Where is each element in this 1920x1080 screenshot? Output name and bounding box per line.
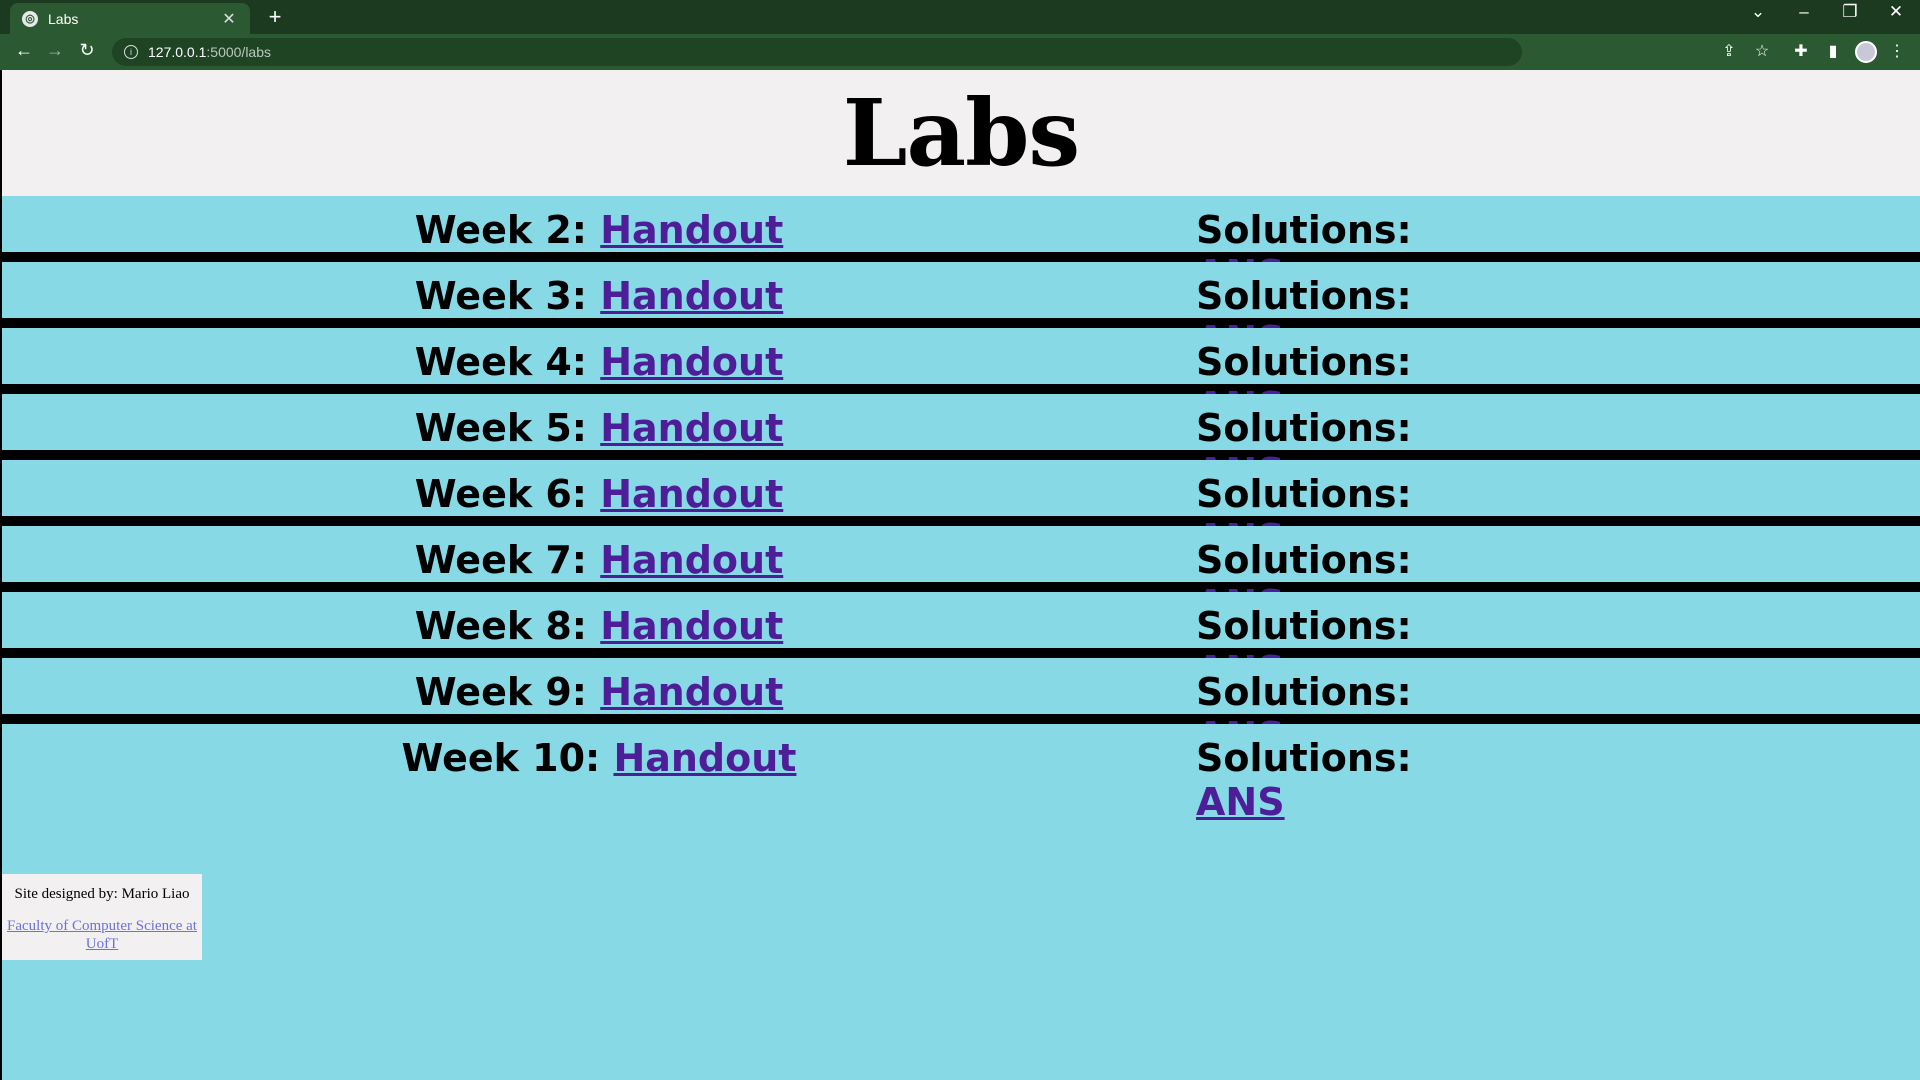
handout-link[interactable]: Handout (600, 340, 783, 384)
url-host: 127.0.0.1 (148, 44, 207, 60)
tab-title: Labs (48, 10, 79, 27)
handout-link[interactable]: Handout (600, 670, 783, 714)
solutions-label: Solutions: (1196, 736, 1412, 780)
handout-link[interactable]: Handout (600, 472, 783, 516)
lab-row: Week 7: HandoutSolutions: ANS (2, 526, 1920, 626)
week-cell: Week 2: Handout (2, 208, 1196, 252)
week-cell: Week 7: Handout (2, 538, 1196, 582)
reload-icon[interactable]: ↻ (75, 40, 99, 61)
week-cell: Week 4: Handout (2, 340, 1196, 384)
tab-strip: ◎ Labs ✕ + ⌄ – ❐ ✕ (0, 0, 1920, 34)
lab-row: Week 6: HandoutSolutions: ANS (2, 460, 1920, 560)
handout-link[interactable]: Handout (600, 538, 783, 582)
restore-button[interactable]: ❐ (1830, 2, 1870, 22)
faculty-link[interactable]: Faculty of Computer Science at UofT (2, 917, 202, 953)
week-cell: Week 5: Handout (2, 406, 1196, 450)
globe-icon: ◎ (22, 10, 38, 27)
week-cell: Week 10: Handout (2, 736, 1196, 780)
week-label: Week 10: (401, 736, 601, 780)
side-panel-icon[interactable]: ▮ (1822, 41, 1844, 61)
week-label: Week 4: (414, 340, 587, 384)
bookmark-star-icon[interactable]: ☆ (1751, 41, 1773, 61)
ans-link[interactable]: ANS (1196, 780, 1285, 824)
url-path: :5000/labs (206, 44, 271, 60)
week-label: Week 9: (414, 670, 587, 714)
page-header: Labs (2, 70, 1920, 196)
solutions-label: Solutions: (1196, 670, 1412, 714)
designer-credit: Site designed by: Mario Liao (14, 886, 190, 902)
week-cell: Week 9: Handout (2, 670, 1196, 714)
solutions-label: Solutions: (1196, 340, 1412, 384)
solutions-cell: Solutions: ANS (1196, 736, 1496, 824)
profile-avatar[interactable] (1855, 41, 1877, 63)
lab-row: Week 8: HandoutSolutions: ANS (2, 592, 1920, 692)
page-viewport: Labs Week 2: HandoutSolutions: ANSWeek 3… (2, 70, 1920, 1080)
week-cell: Week 8: Handout (2, 604, 1196, 648)
week-label: Week 3: (414, 274, 587, 318)
solutions-label: Solutions: (1196, 472, 1412, 516)
solutions-label: Solutions: (1196, 604, 1412, 648)
minimize-button[interactable]: – (1784, 2, 1824, 22)
extensions-puzzle-icon[interactable]: ✚ (1790, 41, 1812, 61)
lab-list: Week 2: HandoutSolutions: ANSWeek 3: Han… (2, 196, 1920, 824)
lab-row: Week 4: HandoutSolutions: ANS (2, 328, 1920, 428)
solutions-label: Solutions: (1196, 538, 1412, 582)
site-info-icon[interactable]: i (124, 45, 138, 59)
browser-toolbar: ← → ↻ i 127.0.0.1:5000/labs ⇪ ☆ ✚ ▮ ⋮ (0, 34, 1920, 70)
page-title: Labs (842, 79, 1080, 187)
week-label: Week 6: (414, 472, 587, 516)
menu-kebab-icon[interactable]: ⋮ (1886, 41, 1908, 61)
solutions-label: Solutions: (1196, 208, 1412, 252)
share-icon[interactable]: ⇪ (1718, 41, 1740, 61)
week-label: Week 8: (414, 604, 587, 648)
handout-link[interactable]: Handout (600, 406, 783, 450)
handout-link[interactable]: Handout (600, 208, 783, 252)
week-cell: Week 3: Handout (2, 274, 1196, 318)
site-footer: Site designed by: Mario Liao Faculty of … (2, 874, 202, 960)
handout-link[interactable]: Handout (600, 274, 783, 318)
lab-row: Week 9: HandoutSolutions: ANS (2, 658, 1920, 758)
solutions-label: Solutions: (1196, 406, 1412, 450)
handout-link[interactable]: Handout (613, 736, 796, 780)
address-bar[interactable]: i 127.0.0.1:5000/labs (112, 38, 1522, 66)
lab-row: Week 3: HandoutSolutions: ANS (2, 262, 1920, 362)
lab-row: Week 10: Handout Solutions: ANS (2, 724, 1920, 824)
forward-arrow-icon[interactable]: → (43, 40, 67, 61)
week-label: Week 2: (414, 208, 587, 252)
tab-search-icon[interactable]: ⌄ (1738, 2, 1778, 22)
tab-labs[interactable]: ◎ Labs ✕ (10, 3, 250, 34)
lab-row: Week 5: HandoutSolutions: ANS (2, 394, 1920, 494)
close-tab-icon[interactable]: ✕ (220, 9, 238, 29)
back-arrow-icon[interactable]: ← (12, 40, 36, 61)
week-label: Week 5: (414, 406, 587, 450)
solutions-label: Solutions: (1196, 274, 1412, 318)
new-tab-button[interactable]: + (262, 4, 288, 30)
handout-link[interactable]: Handout (600, 604, 783, 648)
close-window-button[interactable]: ✕ (1876, 2, 1916, 22)
week-cell: Week 6: Handout (2, 472, 1196, 516)
lab-row: Week 2: HandoutSolutions: ANS (2, 196, 1920, 296)
week-label: Week 7: (414, 538, 587, 582)
